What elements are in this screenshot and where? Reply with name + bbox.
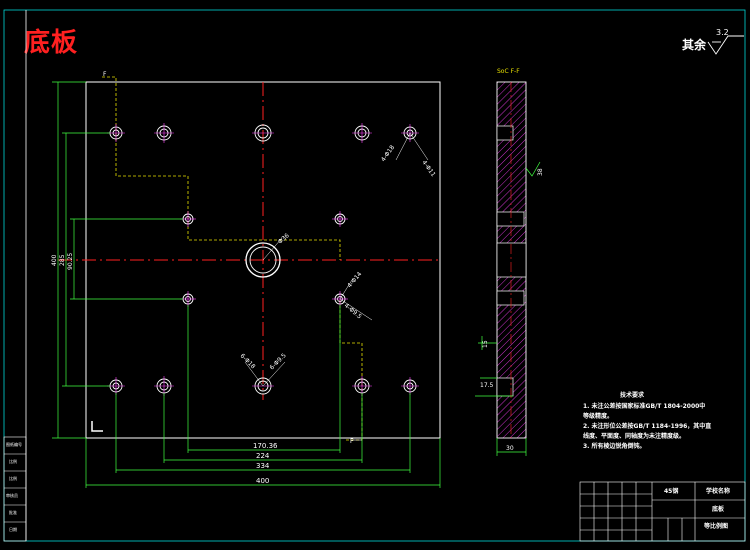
side-info-block <box>3 436 27 542</box>
dim-334: 334 <box>256 462 270 470</box>
dim-400-horizontal: 400 <box>256 477 269 485</box>
callout-6-d95: 6-Φ9.5 <box>268 352 287 371</box>
cut-marker-top: F <box>103 71 107 78</box>
roughness-value: 3.2 <box>716 28 729 37</box>
tech-notes-heading: 技术要求 <box>620 391 645 399</box>
outer-frame <box>3 9 746 542</box>
callout-4-d14: 4-Φ14 <box>346 271 363 290</box>
section-cut-path <box>102 76 363 441</box>
tech-note-line-3: 2. 未注形位公差按GB/T 1184-1996，其中直 <box>583 422 711 430</box>
callout-4-d95: 4-Φ9.5 <box>343 302 363 320</box>
section-label: SoC F-F <box>497 68 520 75</box>
cut-marker-bottom: F <box>350 438 354 445</box>
dim-section-38: 38 <box>537 168 544 176</box>
callout-6-d18: 6-Φ18 <box>239 352 257 370</box>
roughness-label: 其余 <box>682 37 707 52</box>
dim-285: 285 <box>59 254 66 266</box>
dim-9025: 90.25 <box>67 253 74 270</box>
roughness-symbol <box>707 35 744 55</box>
side-label-1: 图纸编号 <box>6 441 22 447</box>
title-block-material: 45钢 <box>664 487 678 495</box>
tech-note-line-5: 3. 所有棱边锐角倒钝。 <box>583 442 646 450</box>
tech-note-line-2: 等级精度。 <box>582 412 613 420</box>
side-label-5: 批准 <box>9 509 17 515</box>
callout-center: Φ36 <box>277 232 291 245</box>
cad-drawing: 图纸编号 比例 比例 审核员 批准 日期 其余 3.2 F F 400 285 … <box>3 9 746 542</box>
side-label-2: 比例 <box>9 458 17 464</box>
callout-4-d11: 4-Φ11 <box>420 159 436 178</box>
tech-note-line-1: 1. 未注公差按国家标准GB/T 1804-2000中 <box>583 402 705 410</box>
tech-note-line-4: 线度、平面度、同轴度为未注精度级。 <box>583 432 685 440</box>
side-label-4: 审核员 <box>6 492 18 498</box>
title-block-school: 学校名称 <box>706 487 730 495</box>
dim-section-15: 15 <box>482 340 489 348</box>
dim-400-vertical: 400 <box>51 254 58 266</box>
side-label-3: 比例 <box>9 475 17 481</box>
corner-marker <box>91 421 103 432</box>
dim-224: 224 <box>256 452 270 460</box>
dim-170: 170.36 <box>253 442 278 450</box>
dim-section-30: 30 <box>506 445 514 452</box>
section-view <box>496 81 527 439</box>
side-label-6: 日期 <box>9 526 17 532</box>
callout-4-d18: 4-Φ18 <box>380 144 396 163</box>
dim-section-175: 17.5 <box>480 382 494 389</box>
title-block-drawing-no: 等比例图 <box>703 522 728 530</box>
title-block-part-name: 底板 <box>712 505 725 513</box>
